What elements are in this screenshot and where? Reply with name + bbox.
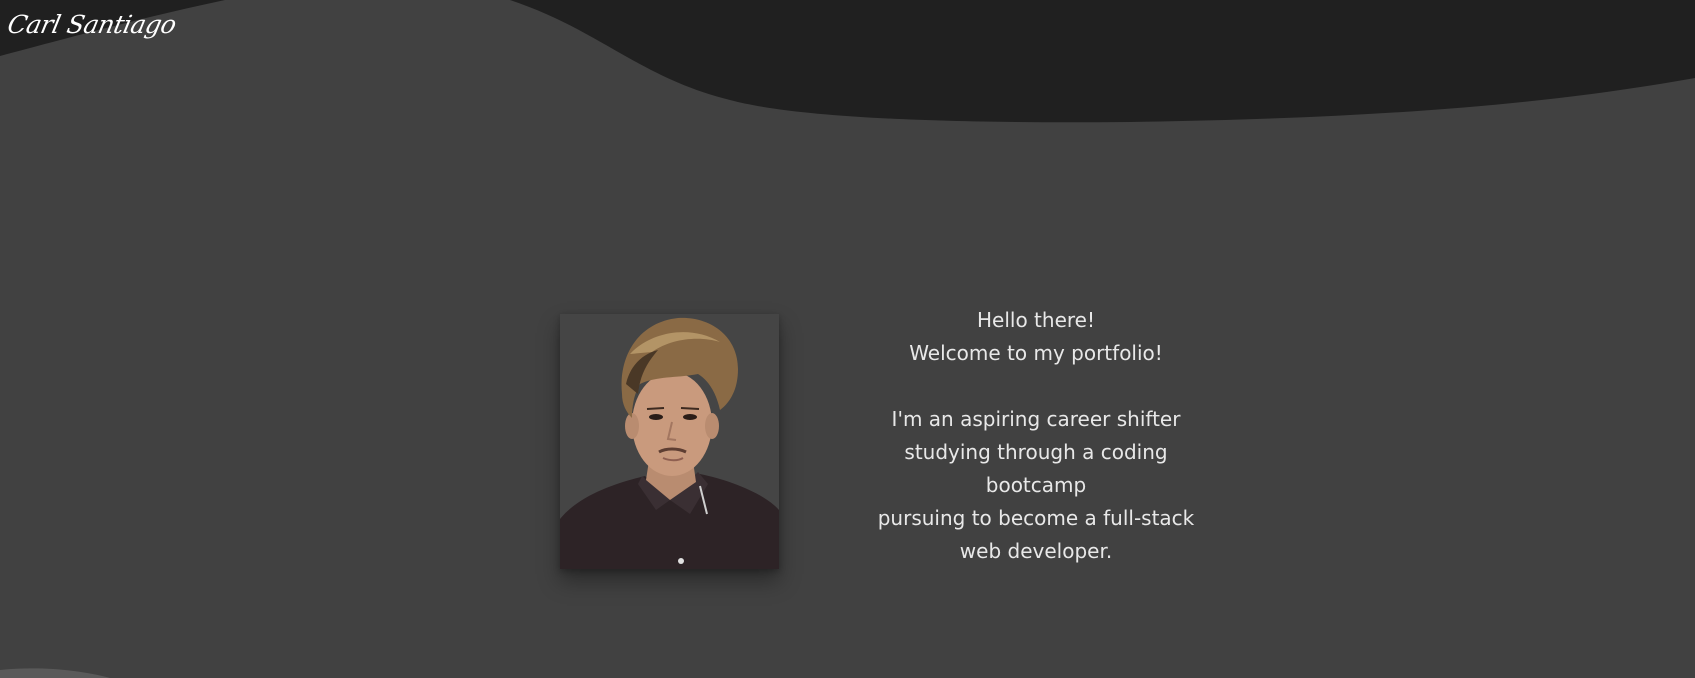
profile-photo	[560, 314, 779, 569]
text-spacer	[836, 370, 1236, 403]
bio-line-2: studying through a coding	[904, 440, 1168, 464]
bio-line-1: I'm an aspiring career shifter	[891, 407, 1181, 431]
greeting-text: Hello there!	[977, 308, 1095, 332]
intro-text: Hello there! Welcome to my portfolio! I'…	[836, 304, 1236, 568]
header-wave	[0, 0, 1695, 123]
bio-line-3: bootcamp	[985, 473, 1087, 497]
welcome-text: Welcome to my portfolio!	[909, 341, 1163, 365]
portfolio-page: Carl Santiago Hello there! Welcome to my…	[0, 0, 1695, 678]
bio-line-4: pursuing to become a full-stack	[877, 506, 1195, 530]
portrait-illustration	[560, 314, 779, 569]
footer-wave	[0, 668, 110, 678]
site-logo[interactable]: Carl Santiago	[5, 10, 179, 39]
bio-line-5: web developer.	[959, 539, 1113, 563]
